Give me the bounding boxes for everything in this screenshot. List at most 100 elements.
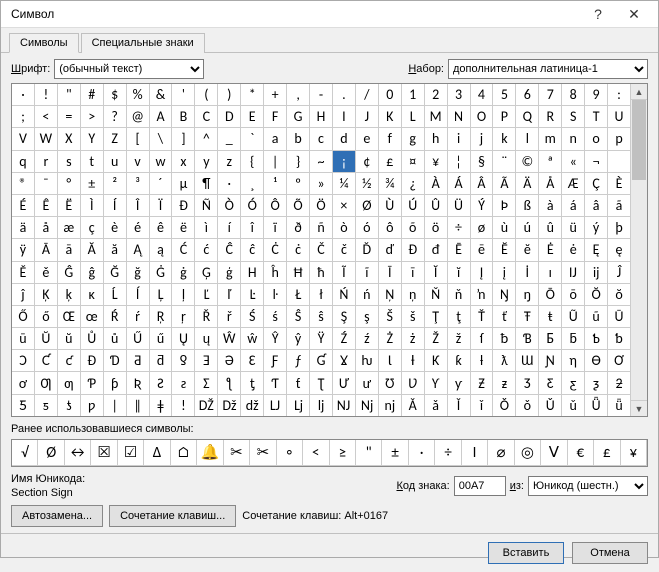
char-cell[interactable]: E [241,106,264,128]
char-cell[interactable]: » [310,173,333,195]
char-cell[interactable]: Ó [241,195,264,217]
char-cell[interactable]: Ï [150,195,173,217]
char-cell[interactable]: Ņ [379,284,402,306]
char-cell[interactable]: Ĉ [218,239,241,261]
recent-cell[interactable]: ☑ [118,440,144,466]
char-cell[interactable]: Ž [425,328,448,350]
char-cell[interactable]: £ [379,151,402,173]
char-cell[interactable]: : [608,84,631,106]
char-cell[interactable]: Ä [516,173,539,195]
char-cell[interactable]: V [12,128,35,150]
scroll-up-icon[interactable]: ▲ [631,84,647,100]
char-cell[interactable]: M [425,106,448,128]
tab-special[interactable]: Специальные знаки [81,33,205,53]
char-cell[interactable]: Ŋ [493,284,516,306]
char-cell[interactable]: Ű [127,328,150,350]
char-cell[interactable]: ż [402,328,425,350]
char-cell[interactable]: ś [264,306,287,328]
char-cell[interactable]: " [58,84,81,106]
char-cell[interactable]: 0 [379,84,402,106]
char-cell[interactable]: Ƣ [35,372,58,394]
char-cell[interactable]: Ǆ [195,395,218,417]
char-cell[interactable]: Š [379,306,402,328]
char-cell[interactable]: Ɛ [241,350,264,372]
char-cell[interactable]: Ł [287,284,310,306]
char-cell[interactable]: z [218,151,241,173]
char-cell[interactable]: g [402,128,425,150]
char-cell[interactable]: ũ [585,306,608,328]
char-cell[interactable]: Ą [127,239,150,261]
char-cell[interactable]: 2 [425,84,448,106]
char-cell[interactable]: Ə [218,350,241,372]
char-cell[interactable]: ů [104,328,127,350]
char-cell[interactable]: Ɔ [12,350,35,372]
char-cell[interactable]: ǔ [562,395,585,417]
char-cell[interactable]: Ư [333,372,356,394]
char-cell[interactable]: Õ [287,195,310,217]
char-cell[interactable]: ǂ [150,395,173,417]
char-cell[interactable]: U [608,106,631,128]
char-cell[interactable]: º [287,173,310,195]
char-cell[interactable]: Ŝ [287,306,310,328]
char-cell[interactable]: 8 [562,84,585,106]
char-cell[interactable]: Ǝ [195,350,218,372]
char-cell[interactable]: ơ [12,372,35,394]
char-cell[interactable]: ƚ [471,350,494,372]
char-cell[interactable]: Ì [81,195,104,217]
char-cell[interactable]: Ă [81,239,104,261]
char-cell[interactable]: ġ [172,262,195,284]
char-cell[interactable]: ĥ [264,262,287,284]
char-cell[interactable]: ĸ [81,284,104,306]
char-cell[interactable]: ń [356,284,379,306]
char-cell[interactable]: ć [195,239,218,261]
char-cell[interactable]: ħ [310,262,333,284]
char-cell[interactable]: Đ [402,239,425,261]
char-cell[interactable]: ¹ [264,173,287,195]
char-cell[interactable]: Q [516,106,539,128]
char-cell[interactable]: Į [471,262,494,284]
char-cell[interactable]: É [12,195,35,217]
char-cell[interactable]: l [516,128,539,150]
char-cell[interactable]: K [379,106,402,128]
char-cell[interactable]: Ɩ [379,350,402,372]
char-cell[interactable]: Ĭ [425,262,448,284]
shortcut-button[interactable]: Сочетание клавиш... [109,505,236,527]
char-cell[interactable]: Ő [12,306,35,328]
char-cell[interactable]: Ě [12,262,35,284]
char-cell[interactable]: Ĩ [333,262,356,284]
char-cell[interactable]: ƽ [35,395,58,417]
char-cell[interactable]: ƶ [493,372,516,394]
char-cell[interactable]: Ū [608,306,631,328]
char-cell[interactable]: 9 [585,84,608,106]
char-cell[interactable]: ƹ [562,372,585,394]
char-cell[interactable]: @ [127,106,150,128]
char-cell[interactable]: ƴ [448,372,471,394]
char-cell[interactable]: Y [81,128,104,150]
char-cell[interactable]: ƍ [172,350,195,372]
char-cell[interactable]: J [356,106,379,128]
char-cell[interactable]: ĺ [127,284,150,306]
char-cell[interactable]: ǆ [241,395,264,417]
char-cell[interactable]: n [562,128,585,150]
char-cell[interactable]: ſ [471,328,494,350]
char-cell[interactable]: i [448,128,471,150]
recent-cell[interactable]: " [356,440,382,466]
recent-cell[interactable]: · [409,440,435,466]
char-cell[interactable]: ė [562,239,585,261]
char-cell[interactable]: Ʋ [402,372,425,394]
char-cell[interactable]: Ƒ [264,350,287,372]
char-cell[interactable]: Ƥ [81,372,104,394]
char-cell[interactable]: Ƃ [539,328,562,350]
char-cell[interactable]: ! [35,84,58,106]
char-cell[interactable]: ĕ [516,239,539,261]
char-cell[interactable]: Ħ [287,262,310,284]
char-cell[interactable]: ŕ [127,306,150,328]
recent-cell[interactable]: € [568,440,594,466]
char-cell[interactable]: ® [12,173,35,195]
char-cell[interactable]: ÷ [448,217,471,239]
char-cell[interactable]: ¨ [493,151,516,173]
char-cell[interactable]: c [310,128,333,150]
char-cell[interactable]: ĳ [585,262,608,284]
recent-cell[interactable]: Δ [144,440,170,466]
char-cell[interactable]: 1 [402,84,425,106]
